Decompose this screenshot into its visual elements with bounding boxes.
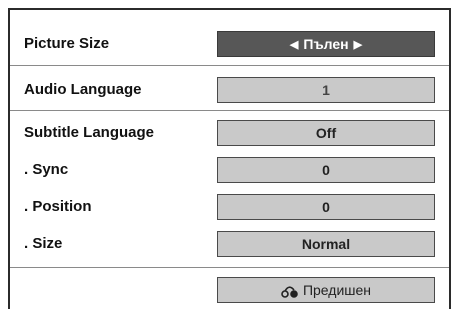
sync-label: . Sync [24,161,69,178]
size-value[interactable]: Normal [217,231,435,257]
subtitle-language-value[interactable]: Off [217,120,435,146]
settings-panel: Picture Size ◀ Пълен ▶ Audio Language 1 Su… [8,8,451,309]
left-arrow-icon[interactable]: ◀ [290,39,298,51]
back-button[interactable]: Предишен [217,277,435,303]
audio-language-value[interactable]: 1 [217,77,435,103]
right-arrow-icon[interactable]: ▶ [354,39,362,51]
subtitle-language-label: Subtitle Language [24,124,155,141]
sync-value[interactable]: 0 [217,157,435,183]
sync-row[interactable]: . Sync 0 [10,154,449,186]
audio-language-row[interactable]: Audio Language 1 [10,74,449,106]
picture-size-label: Picture Size [24,35,110,52]
position-value[interactable]: 0 [217,194,435,220]
divider [10,267,449,268]
back-label: Предишен [302,282,372,298]
divider [10,65,449,66]
size-row[interactable]: . Size Normal [10,228,449,260]
divider [10,110,449,111]
subtitle-language-row[interactable]: Subtitle Language Off [10,117,449,149]
picture-size-row[interactable]: Picture Size ◀ Пълен ▶ [10,28,449,60]
picture-size-selector[interactable]: ◀ Пълен ▶ [217,31,435,57]
back-return-icon [281,281,299,305]
position-label: . Position [24,198,92,215]
position-row[interactable]: . Position 0 [10,191,449,223]
audio-language-label: Audio Language [24,81,142,98]
size-label: . Size [24,235,63,252]
picture-size-value: Пълен [303,36,349,52]
